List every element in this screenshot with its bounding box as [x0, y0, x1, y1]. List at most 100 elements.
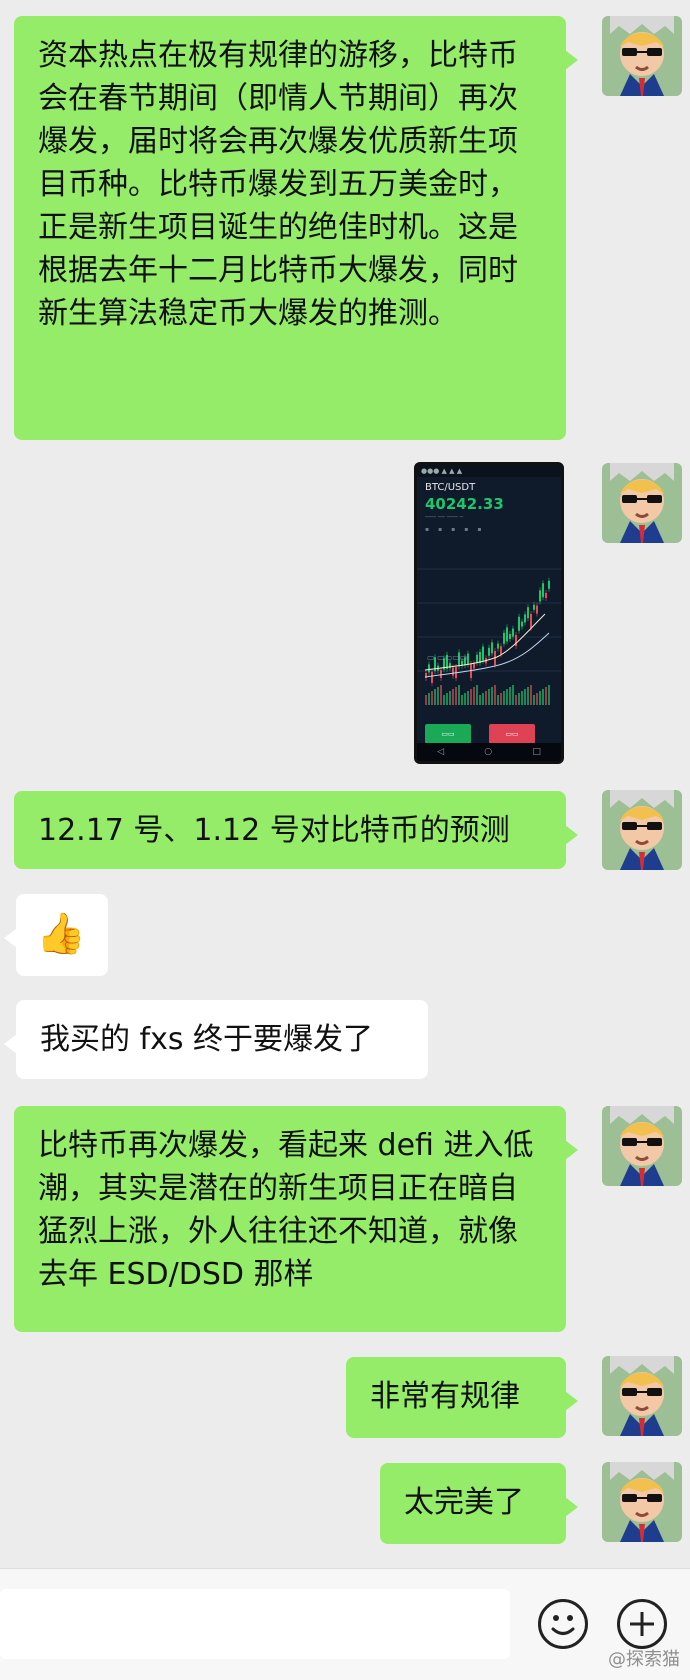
- tab-3: ▪: [451, 526, 456, 533]
- phone-status-bar: ●●● ▲ ▲ ▲: [417, 465, 561, 477]
- message-bubble[interactable]: 比特币再次爆发，看起来 defi 进入低潮，其实是潜在的新生项目正在暗自猛烈上涨…: [14, 1106, 578, 1332]
- volume-bar: [536, 693, 538, 705]
- nav-home-icon: ○: [484, 747, 493, 757]
- candle-body: [536, 605, 538, 614]
- nav-back-icon: ◁: [437, 747, 445, 757]
- avatar-cartoon-icon: [602, 16, 682, 96]
- message-bubble[interactable]: 非常有规律: [346, 1357, 578, 1438]
- sell-button: ▭▭: [489, 724, 535, 744]
- volume-bar: [497, 695, 499, 705]
- candle-body: [488, 647, 490, 656]
- candle-body: [548, 580, 550, 589]
- volume-bar: [509, 687, 511, 705]
- volume-bar: [545, 687, 547, 705]
- candle-body: [533, 604, 535, 610]
- avatar[interactable]: [602, 1356, 682, 1436]
- volume-bar: [437, 687, 439, 705]
- candle-body: [440, 670, 442, 678]
- volume-bar: [521, 691, 523, 705]
- tab-4: ▪: [464, 526, 469, 533]
- volume-bar: [488, 689, 490, 705]
- message-text: 非常有规律: [370, 1379, 520, 1414]
- plus-icon[interactable]: [617, 1599, 667, 1649]
- candle-body: [524, 614, 526, 623]
- candle-body: [518, 616, 520, 631]
- thumbs-up-icon: 👍: [36, 911, 86, 957]
- message-bubble[interactable]: 太完美了: [380, 1463, 578, 1544]
- volume-bar: [506, 689, 508, 705]
- volume-bar: [452, 689, 454, 705]
- candle-body: [542, 583, 544, 598]
- volume-bar: [443, 695, 445, 705]
- tab-5: ▪: [477, 526, 482, 533]
- avatar[interactable]: [602, 1462, 682, 1542]
- volume-bar: [491, 687, 493, 705]
- message-input[interactable]: [0, 1589, 510, 1659]
- avatar-cartoon-icon: [602, 1462, 682, 1542]
- volume-bar: [542, 689, 544, 705]
- volume-bar: [533, 695, 535, 705]
- timeframe-tabs: ▪ ▪ ▪ ▪ ▪: [417, 521, 561, 533]
- candle-body: [521, 621, 523, 627]
- message-text: 比特币再次爆发，看起来 defi 进入低潮，其实是潜在的新生项目正在暗自猛烈上涨…: [38, 1128, 534, 1292]
- smiley-face-icon: [551, 1615, 575, 1635]
- volume-bar: [494, 685, 496, 705]
- message-bubble[interactable]: 12.17 号、1.12 号对比特币的预测: [14, 791, 578, 869]
- candle-body: [428, 664, 430, 673]
- volume-bar: [503, 691, 505, 705]
- volume-bar: [440, 685, 442, 705]
- avatar-cartoon-icon: [602, 790, 682, 870]
- candlestick-chart: [417, 545, 561, 707]
- image-watermark: ▭ ▭▭▭▭: [427, 653, 468, 662]
- message-text: 我买的 fxs 终于要爆发了: [40, 1022, 374, 1057]
- phone-navigation-bar: ◁ ○ □: [417, 743, 561, 761]
- candle-body: [473, 663, 475, 669]
- tab-1: ▪: [425, 526, 430, 533]
- avatar[interactable]: [602, 463, 682, 543]
- candle-body: [452, 667, 454, 676]
- candle-body: [503, 632, 505, 644]
- chat-area: 资本热点在极有规律的游移，比特币会在春节期间（即情人节期间）再次爆发，届时将会再…: [0, 0, 690, 1568]
- candle-body: [500, 646, 502, 655]
- shared-image-btc-chart[interactable]: ●●● ▲ ▲ ▲ BTC/USDT 40242.33 ─── ── ─── ─…: [414, 462, 564, 764]
- tab-2: ▪: [438, 526, 443, 533]
- volume-bar: [518, 693, 520, 705]
- volume-bar: [449, 691, 451, 705]
- volume-bar: [446, 693, 448, 705]
- volume-bar: [428, 693, 430, 705]
- volume-bar: [464, 693, 466, 705]
- plus-sign-icon: [630, 1612, 654, 1636]
- message-bubble[interactable]: 我买的 fxs 终于要爆发了: [4, 1000, 428, 1079]
- volume-bar: [467, 691, 469, 705]
- volume-bar: [485, 691, 487, 705]
- avatar-cartoon-icon: [602, 1356, 682, 1436]
- volume-bar: [548, 685, 550, 705]
- candle-body: [512, 628, 514, 637]
- avatar[interactable]: [602, 16, 682, 96]
- candle-body: [509, 634, 511, 639]
- candle-body: [476, 654, 478, 663]
- candle-body: [479, 652, 481, 663]
- message-input-bar: [0, 1568, 690, 1680]
- message-bubble[interactable]: 资本热点在极有规律的游移，比特币会在春节期间（即情人节期间）再次爆发，届时将会再…: [14, 16, 578, 440]
- volume-bar: [470, 689, 472, 705]
- candle-body: [491, 642, 493, 654]
- message-bubble[interactable]: 👍: [4, 894, 108, 976]
- candle-body: [506, 627, 508, 642]
- volume-bar: [434, 689, 436, 705]
- smiley-icon[interactable]: [538, 1599, 588, 1649]
- message-text: 太完美了: [404, 1485, 524, 1520]
- volume-bar: [431, 691, 433, 705]
- volume-bar: [524, 689, 526, 705]
- message-text: 资本热点在极有规律的游移，比特币会在春节期间（即情人节期间）再次爆发，届时将会再…: [38, 38, 518, 331]
- candle-body: [545, 593, 547, 598]
- avatar[interactable]: [602, 1106, 682, 1186]
- volume-bar: [539, 691, 541, 705]
- volume-bar: [500, 693, 502, 705]
- candle-body: [482, 646, 484, 661]
- nav-recent-icon: □: [532, 747, 541, 757]
- volume-bar: [512, 685, 514, 705]
- avatar[interactable]: [602, 790, 682, 870]
- buy-button: ▭▭: [425, 724, 471, 744]
- volume-bar: [455, 687, 457, 705]
